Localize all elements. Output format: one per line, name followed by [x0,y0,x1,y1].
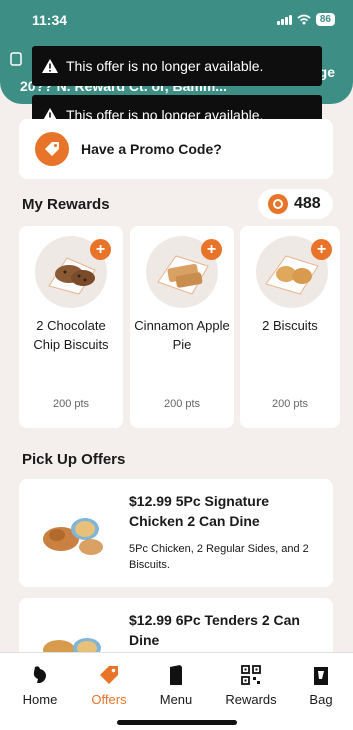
bag-icon [291,663,351,687]
tab-label: Rewards [225,692,277,707]
reward-card[interactable]: + Cinnamon Apple Pie 200 pts [130,226,234,428]
offer-image [43,518,103,555]
offer-title: $12.99 5Pc Signature Chicken 2 Can Dine [129,493,270,529]
offer-description: 5Pc Chicken, 2 Regular Sides, and 2 Bisc… [129,543,309,571]
bottom-tab-bar: Home Offers Menu Rewards Bag [0,652,353,730]
toast-message: This offer is no longer available. [66,58,264,74]
points-coin-icon [268,194,288,214]
menu-box-icon [146,663,206,687]
reward-card[interactable]: + 2 Biscuits 200 pts [240,226,340,428]
chicken-icon [10,663,70,687]
reward-points: 200 pts [52,398,90,410]
add-reward-button[interactable]: + [90,239,111,260]
reward-card[interactable]: + 2 Chocolate Chip Biscuits 200 pts [19,226,123,428]
qr-code-icon [221,663,281,687]
tab-menu[interactable]: Menu [146,663,206,707]
reward-name: Cinnamon Apple Pie [134,318,230,352]
status-time: 11:34 [32,12,68,28]
tag-icon [35,132,69,166]
error-toast: This offer is no longer available. [32,46,322,86]
offers-section-title: Pick Up Offers [22,451,126,468]
signal-icon [276,14,292,25]
location-pin-icon [10,52,22,66]
offer-card[interactable]: $12.99 6Pc Tenders 2 Can Dine [19,598,333,658]
battery-indicator: 86 [315,13,335,26]
rewards-section-title: My Rewards [22,196,110,213]
tab-bag[interactable]: Bag [291,663,351,707]
wifi-icon [297,14,311,25]
reward-points: 200 pts [271,398,309,410]
tab-label: Bag [309,692,333,707]
reward-name: 2 Biscuits [262,318,318,333]
promo-code-button[interactable]: Have a Promo Code? [19,119,333,179]
status-bar: 11:34 86 [0,10,353,32]
add-reward-button[interactable]: + [201,239,222,260]
tab-label: Offers [91,692,127,707]
points-balance[interactable]: 488 [258,189,333,219]
reward-name: 2 Chocolate Chip Biscuits [33,318,109,352]
offer-card[interactable]: $12.99 5Pc Signature Chicken 2 Can Dine … [19,479,333,587]
tab-home[interactable]: Home [10,663,70,707]
offer-title: $12.99 6Pc Tenders 2 Can Dine [129,612,300,648]
tab-offers[interactable]: Offers [79,663,139,707]
promo-code-label: Have a Promo Code? [81,141,222,157]
tag-icon [79,663,139,687]
home-indicator [117,720,237,725]
warning-icon [42,59,58,73]
reward-points: 200 pts [163,398,201,410]
tab-rewards[interactable]: Rewards [221,663,281,707]
add-reward-button[interactable]: + [311,239,332,260]
status-icons: 86 [276,13,335,26]
points-value: 488 [294,195,321,212]
tab-label: Menu [159,692,193,707]
tab-label: Home [22,692,58,707]
